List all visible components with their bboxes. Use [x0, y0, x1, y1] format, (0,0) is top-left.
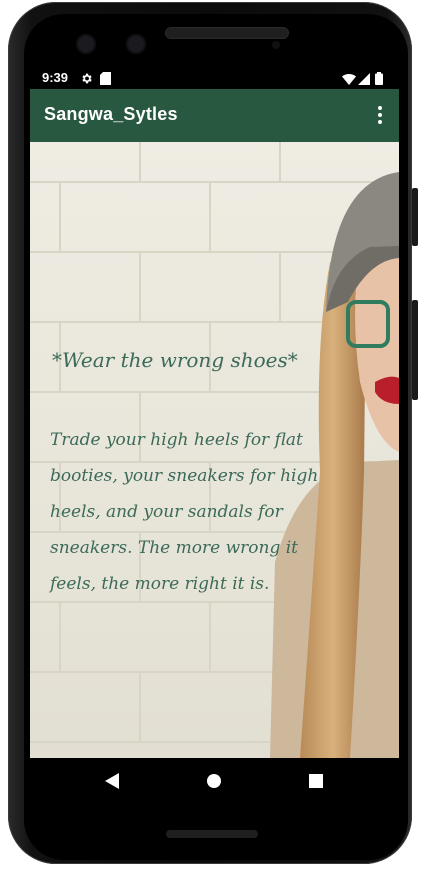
battery-icon [375, 70, 383, 89]
navigation-bar [30, 758, 399, 804]
recents-icon[interactable] [304, 770, 328, 792]
app-title: Sangwa_Sytles [44, 104, 178, 124]
status-bar: 9:39 [30, 66, 399, 89]
volume-button [412, 188, 418, 246]
gear-icon [80, 70, 93, 89]
device-screen: 9:39 Sangwa_Sytles *Wear the wrong shoes… [30, 66, 399, 804]
home-icon[interactable] [202, 770, 226, 792]
quote-body: Trade your high heels for flat booties, … [50, 430, 319, 594]
content-area: *Wear the wrong shoes* Trade your high h… [30, 142, 399, 758]
earpiece-speaker [166, 28, 288, 38]
front-camera-icon [78, 36, 94, 52]
quote-title: *Wear the wrong shoes* [52, 348, 298, 372]
status-time: 9:39 [42, 70, 69, 85]
power-button [412, 300, 418, 400]
back-icon[interactable] [100, 770, 124, 792]
app-toolbar: Sangwa_Sytles [30, 89, 399, 142]
sim-card-icon [100, 70, 111, 89]
signal-icon [358, 70, 370, 89]
bottom-speaker [166, 830, 258, 838]
wifi-icon [342, 70, 356, 89]
front-sensor-icon [128, 36, 144, 52]
more-vert-icon[interactable] [371, 103, 389, 127]
proximity-sensor [272, 41, 280, 49]
